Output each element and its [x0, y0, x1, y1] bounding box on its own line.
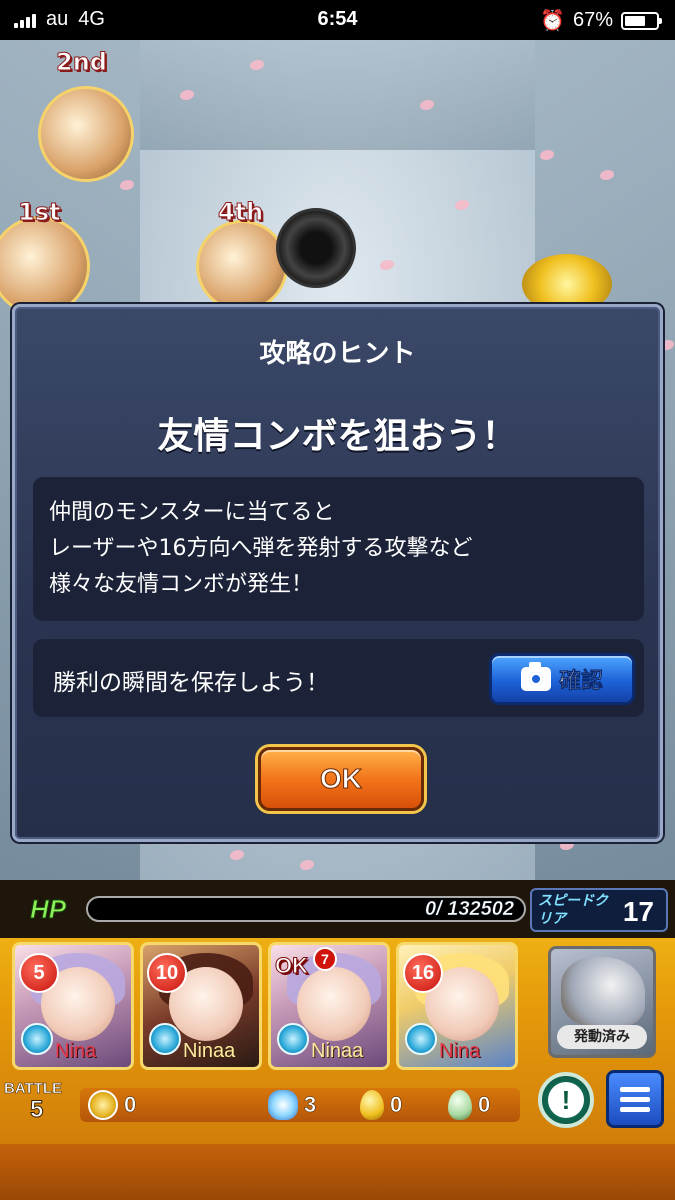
- strike-shot-turn-badge: 10: [147, 953, 187, 993]
- player-name: Ninaa: [183, 1040, 236, 1062]
- save-moment-label: 勝利の瞬間を保存しよう！: [53, 670, 329, 696]
- camera-icon: [520, 662, 551, 691]
- hp-bar-area: HP 0/ 132502 スピードクリア 17: [0, 880, 675, 938]
- battle-label: BATTLE: [4, 1080, 63, 1098]
- battle-number: 5: [29, 1096, 44, 1124]
- dialog-headline: 友情コンボを狙おう！: [157, 416, 518, 457]
- position-label-4th: 4th: [217, 198, 264, 227]
- petal: [380, 260, 394, 270]
- menu-icon: [620, 1086, 650, 1092]
- character-face: [297, 967, 371, 1041]
- coin-icon: [88, 1090, 118, 1120]
- hint-dialog: 攻略のヒント 友情コンボを狙おう！ 仲間のモンスターに当てると レーザーや16方…: [12, 304, 663, 842]
- water-element-icon: [405, 1023, 437, 1055]
- team-card-3[interactable]: OK 7 Ninaa: [268, 942, 390, 1070]
- alert-button[interactable]: !: [538, 1072, 594, 1128]
- ally-token-2nd: [38, 86, 134, 182]
- dialog-title: 攻略のヒント: [259, 339, 416, 369]
- orb-counter: 3: [268, 1090, 317, 1120]
- water-element-icon: [149, 1023, 181, 1055]
- team-card-1[interactable]: 5 Nina: [12, 942, 134, 1070]
- hud-bottom-strip: [0, 1144, 675, 1200]
- strike-shot-turn-badge: 5: [19, 953, 59, 993]
- player-name: Ninaa: [311, 1040, 364, 1062]
- ok-button-label: OK: [320, 763, 363, 795]
- hp-gauge: 0/ 132502: [86, 896, 526, 922]
- hint-line: 仲間のモンスターに当てると: [49, 500, 335, 525]
- gold-egg-count: 0: [390, 1092, 403, 1118]
- speed-clear-value: 17: [622, 896, 654, 927]
- battery-fill: [625, 15, 646, 26]
- team-card-4[interactable]: 16 Nina: [396, 942, 518, 1070]
- skill-art: [561, 957, 645, 1027]
- confirm-screenshot-button[interactable]: 確認: [489, 653, 635, 705]
- strike-shot-turn-badge: 16: [403, 953, 443, 993]
- petal: [455, 200, 469, 210]
- water-element-icon: [21, 1023, 53, 1055]
- save-moment-box: 勝利の瞬間を保存しよう！ 確認: [33, 639, 644, 717]
- hp-label: HP: [29, 894, 67, 925]
- water-element-icon: [277, 1023, 309, 1055]
- coin-count: 0: [124, 1092, 137, 1118]
- egg-counter: 0: [448, 1090, 491, 1120]
- drop-counter-bar: 0 3 0 0: [80, 1088, 520, 1122]
- position-label-2nd: 2nd: [56, 48, 108, 77]
- orb-count: 3: [304, 1092, 317, 1118]
- hint-text-box: 仲間のモンスターに当てると レーザーや16方向へ弾を発射する攻撃など 様々な友情…: [33, 477, 644, 621]
- ok-button[interactable]: OK: [258, 747, 424, 811]
- battery-percent: 67%: [572, 9, 613, 31]
- gold-egg-icon: [360, 1090, 384, 1120]
- player-name: Nina: [55, 1040, 97, 1062]
- hp-value: 0/ 132502: [425, 898, 514, 921]
- team-card-2[interactable]: 10 Ninaa: [140, 942, 262, 1070]
- strike-shot-sub-badge: 7: [313, 947, 337, 971]
- status-right: ⏰ 67%: [540, 8, 662, 33]
- speed-clear-box: スピードクリア 17: [530, 888, 668, 932]
- exclamation-icon: !: [548, 1082, 584, 1118]
- coin-counter: 0: [88, 1090, 137, 1120]
- status-bar: au 4G 6:54 ⏰ 67%: [0, 0, 675, 40]
- field-wall-top: [140, 40, 535, 150]
- battery-icon: [621, 11, 662, 30]
- player-name: Nina: [439, 1040, 481, 1062]
- position-label-1st: 1st: [17, 198, 61, 227]
- egg-icon: [448, 1090, 472, 1120]
- alarm-icon: ⏰: [540, 10, 565, 32]
- team-lineup: 5 Nina 10 Ninaa OK 7 Ninaa 16 Nina: [12, 942, 518, 1070]
- strike-shot-ready-badge: OK: [275, 953, 309, 979]
- egg-count: 0: [478, 1092, 491, 1118]
- menu-button[interactable]: [606, 1070, 664, 1128]
- skill-status-label: 発動済み: [557, 1025, 647, 1049]
- gold-egg-counter: 0: [360, 1090, 403, 1120]
- speed-clear-label: スピードクリア: [538, 893, 608, 927]
- hint-line: レーザーや16方向へ弾を発射する攻撃など: [49, 536, 473, 561]
- petal: [300, 860, 314, 870]
- ally-token-4th: [196, 220, 288, 312]
- confirm-button-label: 確認: [558, 669, 604, 695]
- hint-line: 様々な友情コンボが発生！: [49, 572, 314, 597]
- petal: [230, 850, 244, 860]
- bottom-hud: HP 0/ 132502 スピードクリア 17 5 Nina 10 Ninaa …: [0, 880, 675, 1200]
- black-hole-gimmick: [276, 208, 356, 288]
- boss-skill-box[interactable]: 発動済み: [548, 946, 656, 1058]
- orb-icon: [268, 1090, 298, 1120]
